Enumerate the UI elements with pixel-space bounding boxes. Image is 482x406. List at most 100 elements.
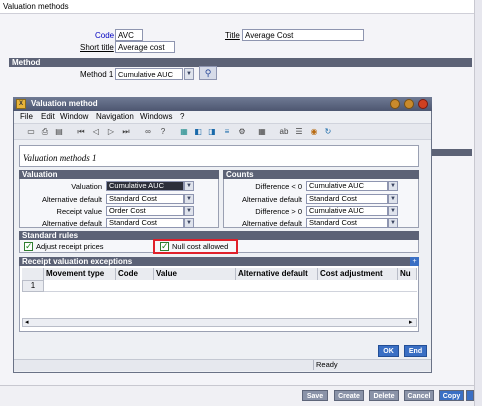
window-title: Valuation methods <box>3 2 69 11</box>
counts-panel-header: Counts <box>223 170 419 179</box>
dialog-menubar: File Edit Window Navigation Windows ? <box>14 111 431 123</box>
col-value[interactable]: Value <box>154 268 236 280</box>
tools-icon[interactable]: ⚙ <box>236 126 248 138</box>
counts-alt-default2-select[interactable]: Standard Cost ▼ <box>306 218 398 228</box>
text-field-icon[interactable]: ab <box>278 126 290 138</box>
dropdown-arrow-icon[interactable]: ▼ <box>184 218 194 228</box>
cancel-button[interactable]: Cancel <box>404 390 434 401</box>
difference-gt-label: Difference > 0 <box>255 207 302 216</box>
counts-alt-default-value: Standard Cost <box>309 194 357 203</box>
copy-window-icon[interactable]: ◨ <box>206 126 218 138</box>
record-info-icon[interactable]: ◉ <box>308 126 320 138</box>
copy-button[interactable]: Copy <box>439 390 464 401</box>
method1-select[interactable]: Cumulative AUC <box>115 68 183 80</box>
counts-alt-default2-value: Standard Cost <box>309 218 357 227</box>
menu-help[interactable]: ? <box>180 112 184 121</box>
expand-icon[interactable]: + <box>410 257 419 266</box>
dropdown-arrow-icon[interactable]: ▼ <box>184 194 194 204</box>
table-row[interactable] <box>44 280 417 292</box>
menu-navigation[interactable]: Navigation <box>96 112 134 121</box>
save-button[interactable]: Save <box>302 390 328 401</box>
receipt-value-select[interactable]: Order Cost ▼ <box>106 206 194 216</box>
title-label: Title <box>225 31 240 40</box>
list-icon[interactable]: ☰ <box>293 126 305 138</box>
menu-file[interactable]: File <box>20 112 33 121</box>
valuation-alt-default-select[interactable]: Standard Cost ▼ <box>106 194 194 204</box>
more-button[interactable] <box>466 390 474 401</box>
dropdown-arrow-icon[interactable]: ▼ <box>388 181 398 191</box>
window-icon[interactable]: ◧ <box>192 126 204 138</box>
menu-windows[interactable]: Windows <box>140 112 172 121</box>
menu-window[interactable]: Window <box>60 112 88 121</box>
difference-lt-label: Difference < 0 <box>255 182 302 191</box>
scroll-left-icon[interactable]: ◂ <box>25 319 29 326</box>
background-section-header <box>430 149 472 156</box>
print-icon[interactable]: ⎙ <box>39 126 51 138</box>
short-title-field[interactable]: Average cost <box>115 41 175 53</box>
zoom-lookup-icon[interactable]: ⚲ <box>199 66 217 80</box>
difference-lt-value: Cumulative AUC <box>309 181 365 190</box>
difference-lt-select[interactable]: Cumulative AUC ▼ <box>306 181 398 191</box>
receipt-alt-default-label: Alternative default <box>41 219 102 228</box>
method1-label: Method 1 <box>80 70 114 79</box>
col-cost-adjustment[interactable]: Cost adjustment <box>318 268 398 280</box>
end-button[interactable]: End <box>404 345 427 357</box>
grid-rownum-header <box>22 268 44 280</box>
method1-dropdown-arrow-icon[interactable]: ▼ <box>184 68 194 80</box>
maximize-icon[interactable] <box>404 99 414 109</box>
receipt-alt-default-select[interactable]: Standard Cost ▼ <box>106 218 194 228</box>
row-number: 1 <box>22 280 44 292</box>
col-movement-type[interactable]: Movement type <box>44 268 116 280</box>
dropdown-arrow-icon[interactable]: ▼ <box>184 206 194 216</box>
window-titlebar: Valuation methods <box>0 0 482 14</box>
preview-icon[interactable]: ▤ <box>53 126 65 138</box>
difference-gt-select[interactable]: Cumulative AUC ▼ <box>306 206 398 216</box>
col-alternative-default[interactable]: Alternative default <box>236 268 318 280</box>
tree-icon[interactable]: ▦ <box>178 126 190 138</box>
next-record-icon[interactable]: ▷ <box>105 126 117 138</box>
horizontal-scrollbar[interactable]: ◂ ▸ <box>22 318 417 327</box>
previous-record-icon[interactable]: ◁ <box>90 126 102 138</box>
receipt-value-label: Receipt value <box>56 207 102 216</box>
last-record-icon[interactable]: ⏭ <box>120 126 132 138</box>
dialog-title: Valuation method <box>31 99 98 108</box>
dropdown-arrow-icon[interactable]: ▼ <box>184 181 194 191</box>
adjust-receipt-prices-checkbox[interactable] <box>24 241 33 252</box>
dialog-toolbar: ▭ ⎙ ▤ ⏮ ◁ ▷ ⏭ ∞ ? ▦ ◧ ◨ ≡ ⚙ ▦ ab ☰ ◉ ↻ <box>14 123 431 140</box>
link-icon[interactable]: ∞ <box>142 126 154 138</box>
code-field[interactable]: AVC <box>115 29 143 41</box>
counts-alt-default-select[interactable]: Standard Cost ▼ <box>306 194 398 204</box>
main-scrollbar[interactable] <box>474 0 482 406</box>
dialog-caption-box: Valuation methods 1 <box>19 145 419 167</box>
receipt-value-value: Order Cost <box>109 206 146 215</box>
method-section-header: Method <box>9 58 472 67</box>
dropdown-arrow-icon[interactable]: ▼ <box>388 194 398 204</box>
first-record-icon[interactable]: ⏮ <box>75 126 87 138</box>
create-button[interactable]: Create <box>334 390 364 401</box>
close-icon[interactable] <box>418 99 428 109</box>
dropdown-arrow-icon[interactable]: ▼ <box>388 206 398 216</box>
save-icon[interactable]: ▭ <box>25 126 37 138</box>
grid-icon[interactable]: ▦ <box>256 126 268 138</box>
receipt-alt-default-value: Standard Cost <box>109 218 157 227</box>
valuation-select[interactable]: Cumulative AUC ▼ <box>106 181 194 191</box>
valuation-alt-default-value: Standard Cost <box>109 194 157 203</box>
help-icon[interactable]: ? <box>157 126 169 138</box>
scroll-right-icon[interactable]: ▸ <box>409 319 413 326</box>
code-label: Code <box>95 31 115 40</box>
menu-edit[interactable]: Edit <box>41 112 55 121</box>
title-field[interactable]: Average Cost <box>242 29 364 41</box>
null-cost-allowed-checkbox[interactable] <box>160 241 169 252</box>
properties-icon[interactable]: ≡ <box>221 126 233 138</box>
col-null[interactable]: Nu <box>398 268 417 280</box>
counts-alt-default2-label: Alternative default <box>241 219 302 228</box>
dialog-caption: Valuation methods 1 <box>23 153 97 163</box>
delete-button[interactable]: Delete <box>369 390 399 401</box>
status-text: Ready <box>313 360 373 370</box>
valuation-panel-header: Valuation <box>19 170 219 179</box>
minimize-icon[interactable] <box>390 99 400 109</box>
refresh-icon[interactable]: ↻ <box>322 126 334 138</box>
col-code[interactable]: Code <box>116 268 154 280</box>
dropdown-arrow-icon[interactable]: ▼ <box>388 218 398 228</box>
ok-button[interactable]: OK <box>378 345 399 357</box>
